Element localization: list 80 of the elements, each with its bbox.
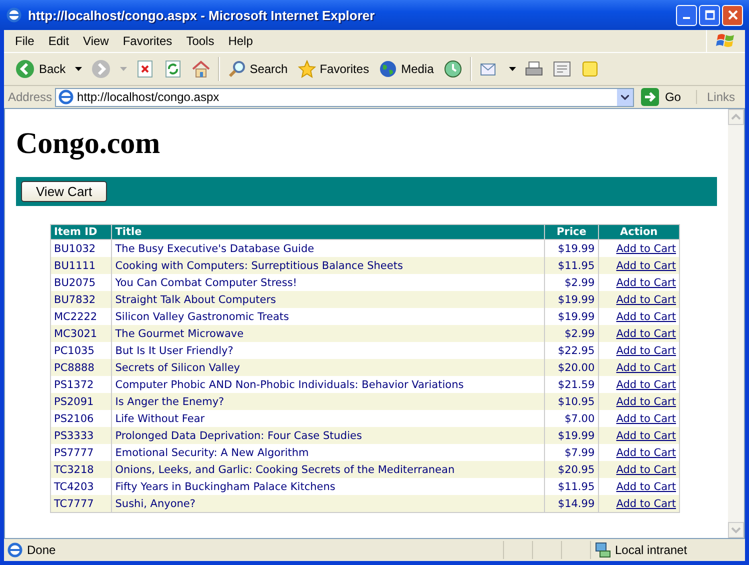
- page-icon: [7, 542, 23, 558]
- table-cell: Cooking with Computers: Surreptitious Balance Sheets: [112, 257, 545, 274]
- table-cell: $14.99: [544, 495, 598, 512]
- table-cell: PS2091: [50, 393, 112, 410]
- browser-icon: [6, 7, 22, 23]
- minimize-icon: [683, 17, 690, 19]
- media-button[interactable]: Media: [374, 60, 439, 78]
- menu-item[interactable]: File: [8, 34, 42, 48]
- home-icon[interactable]: [192, 60, 210, 78]
- table-cell: Secrets of Silicon Valley: [112, 359, 545, 376]
- table-cell: MC3021: [50, 325, 112, 342]
- table-cell: PC8888: [50, 359, 112, 376]
- table-cell: BU7832: [50, 291, 112, 308]
- dropdown-button[interactable]: [616, 88, 633, 106]
- back-button[interactable]: Back: [10, 59, 71, 79]
- page-heading: Congo.com: [16, 127, 162, 161]
- column-header: Action: [598, 224, 680, 240]
- zone-text: Local intranet: [615, 543, 688, 557]
- add-to-cart-link[interactable]: Add to Cart: [616, 378, 676, 390]
- add-to-cart-link[interactable]: Add to Cart: [616, 412, 676, 424]
- close-button[interactable]: [722, 4, 743, 26]
- menu-item[interactable]: View: [76, 34, 116, 48]
- table-cell: $19.99: [544, 291, 598, 308]
- edit-page-icon[interactable]: [552, 60, 571, 78]
- table-cell: TC7777: [50, 495, 112, 512]
- search-icon: [228, 60, 246, 78]
- status-text: Done: [27, 543, 57, 557]
- chevron-down-icon: [620, 94, 629, 100]
- view-cart-button[interactable]: View Cart: [21, 181, 108, 202]
- links-button[interactable]: Links: [696, 90, 745, 104]
- menu-item[interactable]: Favorites: [116, 34, 180, 48]
- table-cell: The Gourmet Microwave: [112, 325, 545, 342]
- table-cell: BU1111: [50, 257, 112, 274]
- favorites-button[interactable]: Favorites: [292, 60, 374, 78]
- add-to-cart-link[interactable]: Add to Cart: [616, 242, 676, 254]
- caret-icon[interactable]: [508, 67, 516, 71]
- table-cell: TC3218: [50, 461, 112, 478]
- star-icon: [298, 60, 316, 78]
- add-to-cart-link[interactable]: Add to Cart: [616, 480, 676, 492]
- table-cell: PS3333: [50, 427, 112, 444]
- address-field[interactable]: http://localhost/congo.aspx: [55, 88, 634, 106]
- table-cell: $20.00: [544, 359, 598, 376]
- table-cell: $11.95: [544, 257, 598, 274]
- close-icon: [728, 10, 738, 20]
- printer-icon[interactable]: [524, 60, 543, 78]
- add-to-cart-link[interactable]: Add to Cart: [616, 276, 676, 288]
- network-icon: [595, 542, 611, 558]
- table-cell: Sushi, Anyone?: [112, 495, 545, 512]
- table-cell: $20.95: [544, 461, 598, 478]
- history-icon[interactable]: [444, 60, 462, 78]
- address-label: Address: [8, 90, 52, 104]
- table-cell: $2.99: [544, 325, 598, 342]
- window-title: http://localhost/congo.aspx - Microsoft Internet Explorer: [28, 8, 375, 22]
- url-text: http://localhost/congo.aspx: [77, 90, 220, 104]
- stop-icon[interactable]: [136, 60, 154, 78]
- caret-icon[interactable]: [74, 67, 82, 71]
- search-button[interactable]: Search: [222, 60, 293, 78]
- note-icon[interactable]: [580, 60, 599, 78]
- add-to-cart-link[interactable]: Add to Cart: [616, 310, 676, 322]
- globe-icon: [379, 60, 398, 78]
- menu-item[interactable]: Tools: [179, 34, 222, 48]
- table-cell: Onions, Leeks, and Garlic: Cooking Secrets of the Mediterranean: [112, 461, 545, 478]
- column-header: Title: [112, 224, 545, 240]
- maximize-button[interactable]: [699, 4, 720, 26]
- menu-item[interactable]: Help: [221, 34, 260, 48]
- table-cell: $19.99: [544, 427, 598, 444]
- table-cell: $10.95: [544, 393, 598, 410]
- maximize-icon: [704, 10, 714, 20]
- page-icon: [58, 89, 74, 105]
- go-button[interactable]: Go: [636, 88, 693, 106]
- add-to-cart-link[interactable]: Add to Cart: [616, 446, 676, 458]
- table-cell: Prolonged Data Deprivation: Four Case Studies: [112, 427, 545, 444]
- menu-item[interactable]: Edit: [41, 34, 76, 48]
- column-header: Price: [544, 224, 598, 240]
- table-cell: Straight Talk About Computers: [112, 291, 545, 308]
- add-to-cart-link[interactable]: Add to Cart: [616, 344, 676, 356]
- table-cell: Is Anger the Enemy?: [112, 393, 545, 410]
- minimize-button[interactable]: [676, 4, 697, 26]
- refresh-icon[interactable]: [164, 60, 182, 78]
- column-header: Item ID: [50, 224, 112, 240]
